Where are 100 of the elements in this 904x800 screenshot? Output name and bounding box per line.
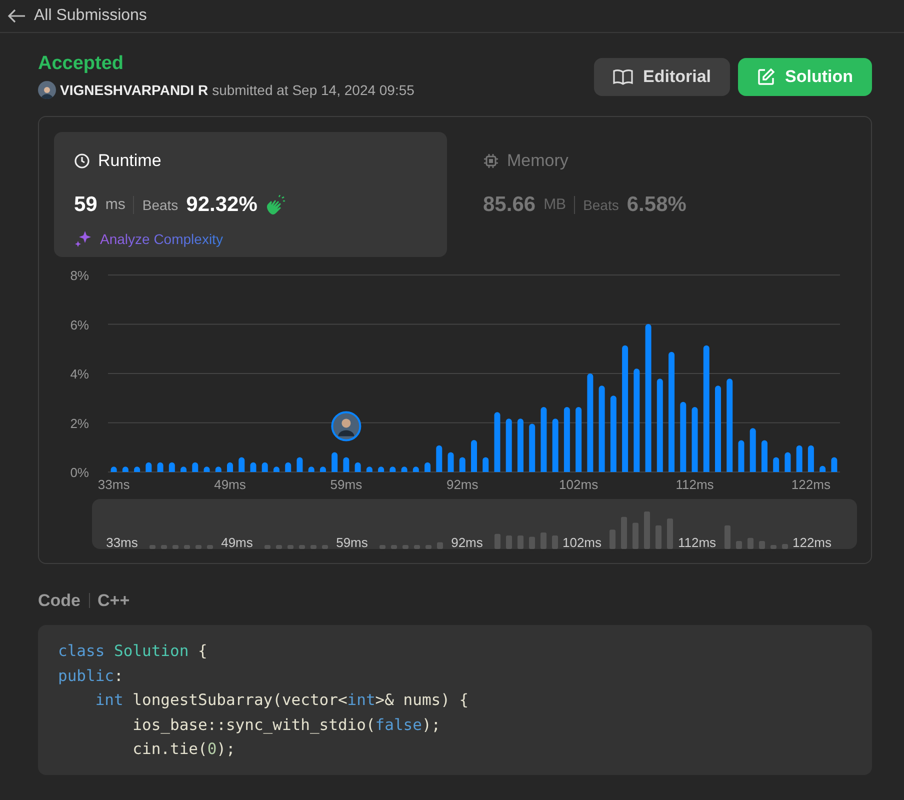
bar[interactable] — [529, 424, 536, 472]
x-axis-label: 49ms — [214, 476, 246, 492]
bar[interactable] — [750, 428, 756, 472]
bar[interactable] — [192, 462, 198, 472]
bar[interactable] — [773, 457, 780, 472]
stat-value: 85.66 — [483, 192, 536, 218]
bar[interactable] — [424, 462, 431, 472]
bar[interactable] — [390, 466, 396, 472]
overview-bar — [414, 544, 420, 549]
overview-axis-label: 112ms — [678, 534, 716, 549]
overview-bar — [172, 544, 178, 549]
bar[interactable] — [401, 466, 408, 472]
bar[interactable] — [308, 466, 314, 472]
code-line: int longestSubarray(vector<int>& nums) { — [94, 690, 470, 712]
avatar-icon[interactable] — [38, 81, 56, 100]
bar[interactable] — [564, 406, 570, 472]
bar[interactable] — [285, 462, 292, 472]
bar[interactable] — [668, 352, 675, 472]
bar[interactable] — [610, 395, 616, 472]
page-title[interactable]: All Submissions — [34, 4, 147, 28]
bar[interactable] — [517, 418, 524, 472]
overview-bar — [621, 516, 627, 549]
bar[interactable] — [576, 406, 582, 472]
bar[interactable] — [215, 466, 222, 472]
unit-label: MB — [544, 194, 566, 215]
code-label: Code — [38, 590, 80, 612]
bar[interactable] — [320, 466, 326, 472]
bar[interactable] — [227, 462, 233, 472]
bar[interactable] — [134, 466, 140, 472]
overview-bar — [150, 544, 156, 549]
bar[interactable] — [354, 462, 361, 472]
bar[interactable] — [761, 440, 768, 472]
clock-icon — [74, 152, 90, 169]
bar[interactable] — [296, 457, 303, 472]
submitted-time: submitted at Sep 14, 2024 09:55 — [212, 80, 414, 100]
bar[interactable] — [784, 452, 791, 472]
bar[interactable] — [494, 412, 500, 472]
overview-chart[interactable]: 33ms 49ms 59ms 92ms 102ms 112ms 122ms — [92, 498, 857, 549]
bar[interactable] — [587, 373, 594, 472]
overview-axis-label: 33ms — [106, 534, 138, 549]
y-axis-label: 2% — [70, 416, 89, 431]
bar[interactable] — [820, 466, 826, 472]
language-label: C++ — [98, 590, 130, 612]
beats-label: Beats — [142, 196, 178, 215]
x-axis-label: 122ms — [791, 476, 830, 492]
bar[interactable] — [738, 440, 744, 472]
bar[interactable] — [273, 466, 280, 472]
edit-icon — [757, 68, 776, 86]
bar[interactable] — [332, 452, 338, 472]
bar[interactable] — [645, 324, 652, 472]
bar[interactable] — [459, 457, 466, 472]
bar[interactable] — [180, 466, 187, 472]
bar[interactable] — [238, 457, 245, 472]
bar[interactable] — [622, 345, 628, 472]
overview-bar — [667, 518, 673, 549]
bar[interactable] — [692, 406, 698, 472]
bar[interactable] — [436, 445, 442, 472]
overview-bar — [276, 544, 282, 549]
runtime-title: Runtime — [98, 150, 162, 172]
bar[interactable] — [796, 445, 802, 472]
bar[interactable] — [552, 418, 558, 472]
bar[interactable] — [703, 345, 710, 472]
bar[interactable] — [506, 418, 512, 472]
bar[interactable] — [204, 466, 210, 472]
overview-bar — [288, 544, 294, 549]
bar[interactable] — [540, 406, 547, 472]
overview-bar — [264, 544, 270, 549]
bar[interactable] — [448, 452, 454, 472]
bar[interactable] — [146, 462, 152, 472]
bar[interactable] — [726, 378, 733, 472]
user-avatar-marker[interactable] — [331, 411, 362, 442]
bar[interactable] — [634, 368, 640, 472]
bar[interactable] — [598, 385, 605, 472]
bar[interactable] — [262, 462, 268, 472]
x-axis-label: 33ms — [98, 476, 130, 492]
bar[interactable] — [110, 466, 117, 472]
editorial-button[interactable]: Editorial — [594, 58, 730, 96]
bar[interactable] — [366, 466, 372, 472]
bar[interactable] — [656, 378, 663, 472]
back-arrow-icon[interactable] — [8, 9, 26, 23]
code-line: public: — [58, 666, 124, 687]
bar[interactable] — [482, 457, 489, 472]
bar[interactable] — [168, 462, 175, 472]
bar[interactable] — [808, 445, 814, 472]
bar[interactable] — [157, 462, 164, 472]
bar[interactable] — [412, 466, 419, 472]
overview-axis-label: 92ms — [451, 534, 483, 549]
bar[interactable] — [378, 466, 384, 472]
bar[interactable] — [250, 462, 256, 472]
stat-card[interactable]: Runtime 59 ms Beats 92.32% Analyze Complexity — [54, 132, 447, 257]
book-icon — [613, 68, 633, 85]
bar[interactable] — [122, 466, 128, 472]
bar[interactable] — [343, 457, 350, 472]
overview-bar — [196, 544, 202, 549]
author-name[interactable]: VIGNESHVARPANDI R — [60, 80, 208, 101]
bar[interactable] — [471, 440, 477, 472]
bar[interactable] — [831, 457, 838, 472]
y-axis-label: 4% — [70, 366, 89, 382]
bar[interactable] — [680, 402, 686, 472]
overview-bar — [748, 538, 754, 549]
